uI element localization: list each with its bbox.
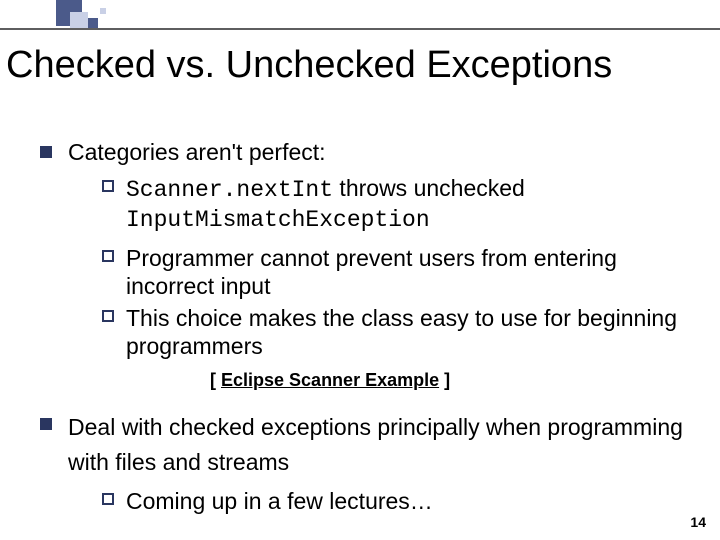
sub-text: Coming up in a few lectures… bbox=[126, 488, 433, 514]
hollow-square-icon bbox=[102, 493, 114, 505]
eclipse-example-link[interactable]: Eclipse Scanner Example bbox=[221, 370, 439, 390]
page-number: 14 bbox=[690, 514, 706, 530]
bullet-text: Deal with checked exceptions principally… bbox=[68, 410, 690, 479]
example-link-row: [ Eclipse Scanner Example ] bbox=[210, 370, 690, 392]
sub-text: This choice makes the class easy to use … bbox=[126, 305, 677, 359]
bracket-left: [ bbox=[210, 370, 221, 390]
bracket-right: ] bbox=[439, 370, 450, 390]
slide-title: Checked vs. Unchecked Exceptions bbox=[6, 44, 612, 87]
bullet-categories: Categories aren't perfect: bbox=[40, 138, 690, 166]
square-bullet-icon bbox=[40, 418, 52, 430]
code-inputmismatch: InputMismatchException bbox=[126, 207, 430, 233]
text-throws: throws unchecked bbox=[333, 175, 525, 201]
subbullet-coming: Coming up in a few lectures… bbox=[102, 487, 690, 515]
bullet-deal-with: Deal with checked exceptions principally… bbox=[40, 410, 690, 479]
hollow-square-icon bbox=[102, 250, 114, 262]
subbullet-choice: This choice makes the class easy to use … bbox=[102, 304, 690, 360]
subbullet-programmer: Programmer cannot prevent users from ent… bbox=[102, 244, 690, 300]
square-bullet-icon bbox=[40, 146, 52, 158]
code-scanner-nextint: Scanner.nextInt bbox=[126, 177, 333, 203]
subbullet-scanner: Scanner.nextInt throws unchecked InputMi… bbox=[102, 174, 690, 234]
bullet-text: Categories aren't perfect: bbox=[68, 138, 690, 166]
hollow-square-icon bbox=[102, 180, 114, 192]
sub-text: Programmer cannot prevent users from ent… bbox=[126, 245, 617, 299]
hollow-square-icon bbox=[102, 310, 114, 322]
slide-body: Categories aren't perfect: Scanner.nextI… bbox=[40, 138, 690, 515]
